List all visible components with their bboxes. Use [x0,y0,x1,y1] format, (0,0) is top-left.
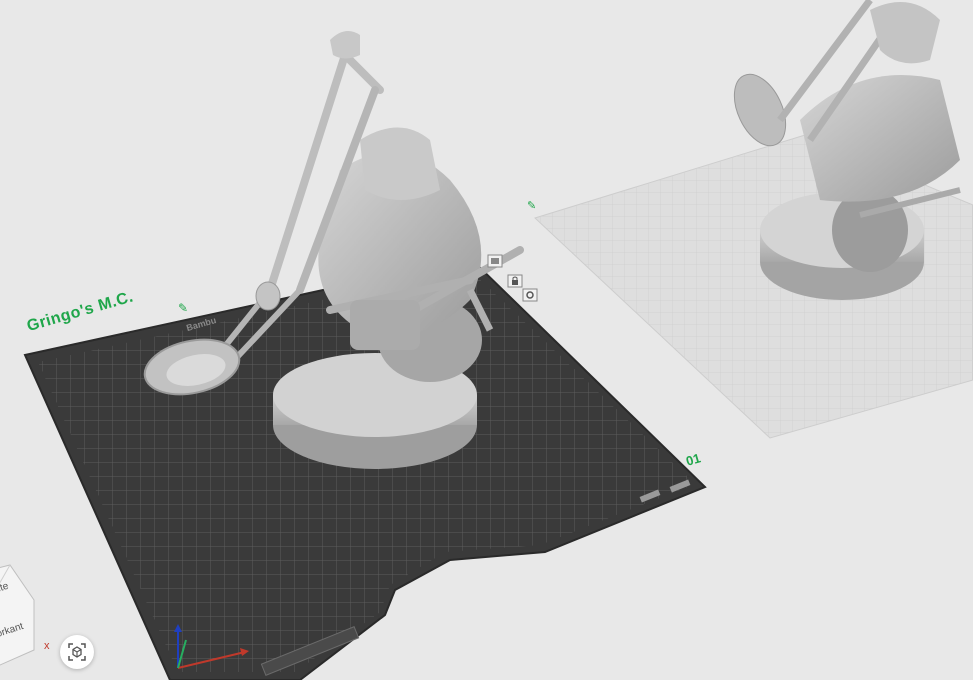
plate-toggle-icon[interactable] [487,254,503,268]
3d-viewport[interactable] [0,0,973,680]
axis-x-label: x [44,640,50,652]
fit-view-icon [68,643,86,661]
settings-icon[interactable] [522,288,538,302]
lock-icon[interactable] [507,274,523,288]
pencil-icon[interactable]: ✎ [178,301,188,315]
pencil-icon[interactable]: ✎ [527,199,536,212]
fit-view-button[interactable] [60,635,94,669]
